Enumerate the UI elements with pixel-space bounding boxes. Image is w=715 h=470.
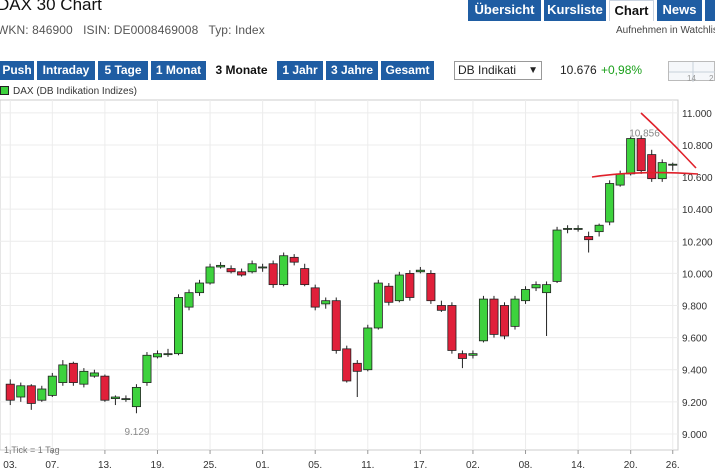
candle-body [174, 297, 184, 355]
x-tick-label: 11. [361, 460, 374, 470]
candle-body [237, 271, 247, 276]
candle-body [121, 398, 131, 401]
candle-body [310, 287, 320, 308]
y-tick-label: 10.800 [682, 141, 713, 152]
candle-body [152, 353, 162, 358]
candle-body [636, 138, 646, 172]
candle-body [342, 348, 352, 382]
y-tick-label: 10.400 [682, 205, 713, 216]
candle-body [531, 284, 541, 289]
x-tick-label: 17. [413, 460, 427, 470]
candle-body [363, 327, 373, 371]
x-tick-label: 26. [666, 460, 680, 470]
x-tick-label: 07. [45, 460, 59, 470]
candle-body [594, 224, 604, 233]
candle-body [68, 362, 78, 383]
candle-body [394, 274, 404, 302]
candle-body [405, 272, 415, 298]
y-tick-label: 9.800 [682, 302, 707, 313]
candle-body [384, 285, 394, 303]
candle-body [5, 383, 15, 401]
candle-body [16, 385, 26, 398]
candle-body [142, 354, 152, 383]
x-tick-label: 05. [308, 460, 322, 470]
x-tick-label: 14. [571, 460, 585, 470]
candle-body [436, 305, 446, 311]
candle-body [626, 138, 636, 175]
candle-body [573, 228, 583, 230]
tick-info: 1 Tick = 1 Tag [4, 445, 60, 455]
candle-body [216, 264, 226, 268]
candle-body [37, 388, 47, 401]
candle-body [426, 272, 436, 302]
x-tick-label: 08. [519, 460, 533, 470]
x-tick-label: 03. [3, 460, 17, 470]
candle-body [163, 353, 173, 356]
x-tick-label: 20. [624, 460, 638, 470]
candle-body [499, 305, 509, 337]
low-annotation: 9.129 [124, 427, 149, 438]
candle-body [584, 236, 594, 241]
candle-body [468, 353, 478, 356]
candle-body [415, 269, 425, 273]
candle-body [510, 298, 520, 327]
x-tick-label: 01. [256, 460, 270, 470]
candle-body [489, 298, 499, 335]
candle-body [373, 282, 383, 329]
y-tick-label: 10.000 [682, 269, 713, 280]
candle-body [184, 292, 194, 308]
candle-body [447, 305, 457, 351]
candle-body [647, 154, 657, 180]
candle-body [26, 385, 36, 404]
candle-body [352, 362, 362, 372]
y-tick-label: 9.000 [682, 430, 707, 441]
candle-body [478, 298, 488, 342]
x-tick-label: 13. [98, 460, 112, 470]
candle-body [289, 256, 299, 263]
candle-body [615, 173, 625, 186]
candle-body [279, 255, 289, 286]
candle-body [110, 396, 120, 400]
candle-body [321, 300, 331, 305]
x-tick-label: 02. [466, 460, 480, 470]
candle-body [195, 282, 205, 294]
candle-body [521, 289, 531, 302]
y-tick-label: 10.200 [682, 237, 713, 248]
candle-body [300, 268, 310, 286]
y-tick-label: 11.000 [682, 109, 712, 120]
price-chart: 11.00010.80010.60010.40010.20010.0009.80… [0, 99, 713, 470]
candle-body [131, 386, 141, 408]
candle-body [58, 364, 68, 383]
candle-body [205, 266, 215, 284]
y-tick-label: 9.200 [682, 398, 707, 409]
high-annotation: 10.856 [629, 128, 660, 139]
candle-body [331, 300, 341, 351]
candle-body [542, 284, 552, 294]
candle-body [247, 263, 257, 273]
candle-body [268, 263, 278, 286]
candle-body [258, 266, 268, 269]
y-tick-label: 9.600 [682, 334, 707, 345]
y-tick-label: 9.400 [682, 366, 707, 377]
candle-body [605, 183, 615, 223]
x-tick-label: 19. [151, 460, 165, 470]
candle-body [457, 353, 467, 359]
candle-body [657, 162, 667, 180]
candle-body [226, 268, 236, 273]
candle-body [668, 163, 678, 166]
candle-body [47, 375, 57, 396]
candle-body [563, 228, 573, 230]
candle-body [552, 229, 562, 282]
x-tick-label: 25. [203, 460, 217, 470]
candle-body [100, 375, 110, 401]
candle-body [79, 370, 89, 385]
candle-body [89, 372, 99, 377]
